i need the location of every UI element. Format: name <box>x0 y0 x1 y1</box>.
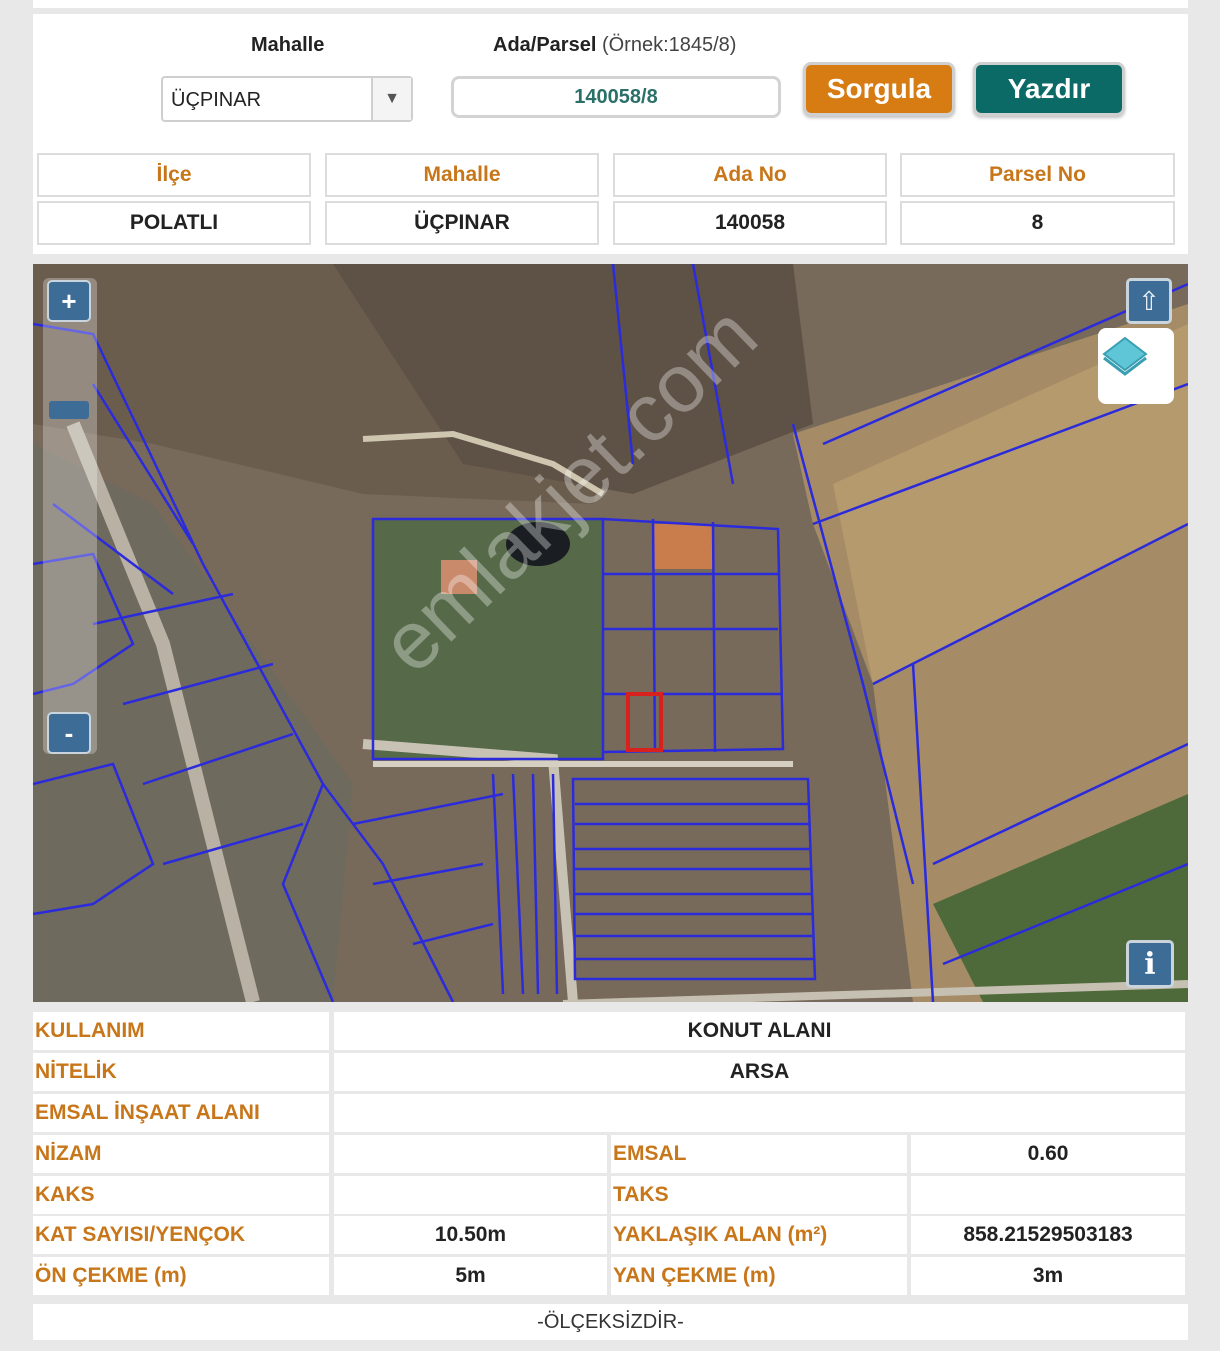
satellite-map-image <box>33 264 1188 1002</box>
zoom-in-button[interactable]: + <box>47 280 91 322</box>
kaks-value <box>334 1176 607 1214</box>
ada-parsel-input[interactable]: 140058/8 <box>451 76 781 118</box>
info-button[interactable]: i <box>1126 940 1174 988</box>
zoom-slider-track[interactable] <box>43 278 97 754</box>
layers-icon <box>1102 336 1148 376</box>
nitelik-label: NİTELİK <box>33 1053 329 1091</box>
mahalle-label: Mahalle <box>251 34 325 56</box>
yazdir-button[interactable]: Yazdır <box>973 62 1125 116</box>
kat-sayisi-label: KAT SAYISI/YENÇOK <box>33 1216 329 1254</box>
value-mahalle: ÜÇPINAR <box>325 201 599 245</box>
yan-cekme-value: 3m <box>911 1257 1185 1295</box>
parcel-map[interactable]: emlakjet.com + - ⇧ i <box>33 264 1188 1002</box>
value-ilce: POLATLI <box>37 201 311 245</box>
taks-value <box>911 1176 1185 1214</box>
row-nizam: NİZAM EMSAL 0.60 <box>33 1135 1188 1173</box>
row-kaks: KAKS TAKS <box>33 1176 1188 1214</box>
sorgula-button[interactable]: Sorgula <box>803 62 955 116</box>
row-nitelik: NİTELİK ARSA <box>33 1053 1188 1091</box>
emsal-insaat-value <box>334 1094 1185 1132</box>
zoom-out-button[interactable]: - <box>47 712 91 754</box>
kat-sayisi-value: 10.50m <box>334 1216 607 1254</box>
row-kullanim: KULLANIM KONUT ALANI <box>33 1012 1188 1050</box>
nizam-label: NİZAM <box>33 1135 329 1173</box>
emsal-insaat-label: EMSAL İNŞAAT ALANI <box>33 1094 329 1132</box>
value-parsel-no: 8 <box>900 201 1175 245</box>
on-cekme-value: 5m <box>334 1257 607 1295</box>
up-arrow-icon[interactable]: ⇧ <box>1126 278 1172 324</box>
header-parsel-no: Parsel No <box>900 153 1175 197</box>
emsal-label: EMSAL <box>611 1135 907 1173</box>
nitelik-value: ARSA <box>334 1053 1185 1091</box>
chevron-down-icon[interactable]: ▼ <box>371 78 411 120</box>
row-on-cekme: ÖN ÇEKME (m) 5m YAN ÇEKME (m) 3m <box>33 1257 1188 1295</box>
kullanim-label: KULLANIM <box>33 1012 329 1050</box>
yan-cekme-label: YAN ÇEKME (m) <box>611 1257 907 1295</box>
scale-note: -ÖLÇEKSİZDİR- <box>33 1304 1188 1340</box>
ada-parsel-label: Ada/Parsel (Örnek:1845/8) <box>493 34 736 57</box>
yaklasik-alan-value: 858.21529503183 <box>911 1216 1185 1254</box>
taks-label: TAKS <box>611 1176 907 1214</box>
mahalle-select[interactable]: ÜÇPINAR ▼ <box>161 76 413 122</box>
row-kat-sayisi: KAT SAYISI/YENÇOK 10.50m YAKLAŞIK ALAN (… <box>33 1216 1188 1254</box>
header-ilce: İlçe <box>37 153 311 197</box>
ada-parsel-label-hint: (Örnek:1845/8) <box>596 34 737 56</box>
kaks-label: KAKS <box>33 1176 329 1214</box>
header-ada-no: Ada No <box>613 153 887 197</box>
top-strip <box>33 0 1188 8</box>
on-cekme-label: ÖN ÇEKME (m) <box>33 1257 329 1295</box>
nizam-value <box>334 1135 607 1173</box>
header-mahalle: Mahalle <box>325 153 599 197</box>
emsal-value: 0.60 <box>911 1135 1185 1173</box>
layers-button[interactable] <box>1098 328 1174 404</box>
yaklasik-alan-label: YAKLAŞIK ALAN (m²) <box>611 1216 907 1254</box>
mahalle-select-value: ÜÇPINAR <box>171 89 262 111</box>
ada-parsel-label-main: Ada/Parsel <box>493 34 597 56</box>
kullanim-value: KONUT ALANI <box>334 1012 1185 1050</box>
zoom-slider-handle[interactable] <box>49 401 89 419</box>
query-panel: Mahalle Ada/Parsel (Örnek:1845/8) ÜÇPINA… <box>33 14 1188 254</box>
row-emsal-insaat: EMSAL İNŞAAT ALANI <box>33 1094 1188 1132</box>
value-ada-no: 140058 <box>613 201 887 245</box>
